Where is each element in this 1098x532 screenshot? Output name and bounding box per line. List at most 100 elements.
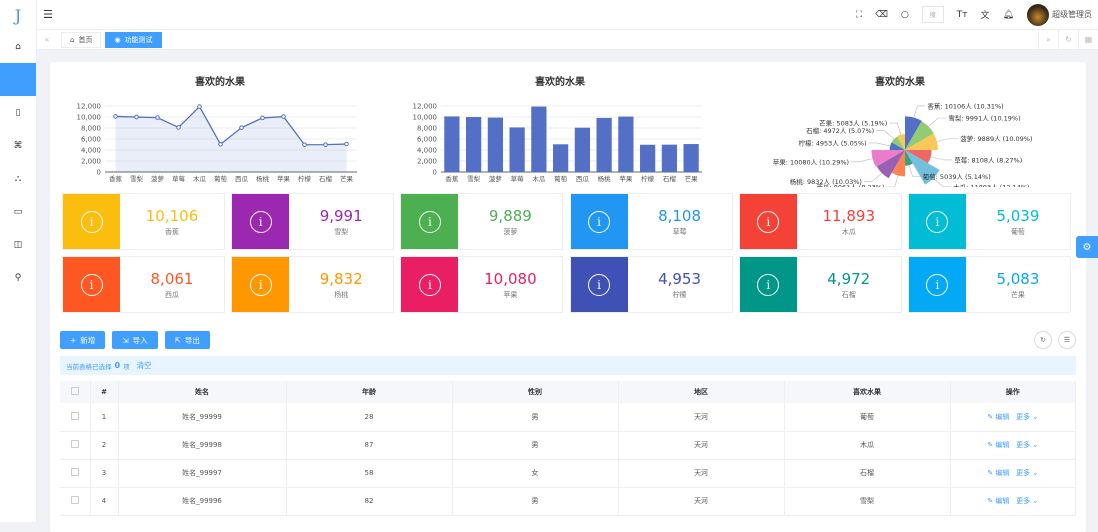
x-tick-label: 石榴 (319, 174, 333, 183)
add-button[interactable]: + 新增 (60, 331, 106, 349)
scroll-left-icon[interactable]: « (37, 35, 57, 44)
row-checkbox[interactable] (60, 459, 91, 488)
sidebar-item-2[interactable]: ▯ (0, 96, 36, 129)
scroll-right-icon[interactable]: » (1038, 29, 1058, 50)
pie-label-line (863, 172, 883, 182)
export-button[interactable]: ⇱ 导出 (164, 331, 210, 349)
edit-label: 编辑 (995, 412, 1010, 421)
sidebar-item-3[interactable]: ⌘ (0, 129, 36, 162)
sidebar-item-0[interactable]: ⌂ (0, 30, 36, 63)
plus-icon: + (70, 335, 77, 345)
stat-card: i 4,972 石榴 (738, 256, 902, 313)
info-icon: i (249, 210, 272, 233)
column-settings-icon[interactable]: ☰ (1058, 331, 1076, 349)
stat-label: 雪梨 (334, 227, 349, 236)
info-icon: i (757, 210, 780, 233)
bar (553, 144, 569, 172)
settings-gear-button[interactable]: ⚙ (1076, 236, 1098, 258)
bar (618, 116, 634, 172)
refresh-icon[interactable]: ↻ (1058, 29, 1078, 50)
more-dropdown[interactable]: 更多 ⌄ (1016, 469, 1038, 477)
more-dropdown[interactable]: 更多 ⌄ (1016, 497, 1038, 505)
info-icon: i (418, 210, 441, 233)
bar (487, 117, 503, 172)
y-tick-label: 4,000 (81, 147, 101, 155)
stat-card: i 5,083 芒果 (907, 256, 1071, 313)
import-label: 导入 (132, 335, 148, 345)
y-tick-label: 4,000 (417, 147, 437, 155)
sidebar-item-1[interactable] (0, 63, 36, 96)
select-all-checkbox[interactable] (60, 381, 91, 403)
menu-toggle-icon[interactable]: ☰ (43, 8, 53, 21)
bell-icon[interactable]: 🔔︎ (1003, 10, 1014, 20)
tab-home[interactable]: ⌂ 首页 (61, 31, 102, 48)
line-point (344, 141, 349, 147)
y-tick-label: 6,000 (417, 136, 437, 144)
info-icon: i (418, 273, 441, 296)
tabs-menu-icon[interactable]: ▦ (1078, 29, 1098, 50)
selection-suffix: 项 (123, 362, 130, 371)
cell: 3 (90, 459, 119, 488)
sidebar-item-5[interactable]: ▭ (0, 195, 36, 228)
info-icon: i (588, 210, 611, 233)
sidebar-item-6[interactable]: ◫ (0, 228, 36, 261)
more-dropdown[interactable]: 更多 ⌄ (1016, 441, 1038, 449)
translate-icon[interactable]: 文 (981, 8, 990, 21)
stat-card: i 10,080 苹果 (400, 256, 564, 313)
user-menu[interactable]: 超级管理员 (1027, 3, 1092, 26)
info-icon: i (249, 273, 272, 296)
stat-cards: i 10,106 香蕉 i 9,991 雪梨 i 9,889 菠萝 i 8,108 草莓 i 11,893… (62, 193, 1076, 313)
info-icon: i (80, 273, 103, 296)
y-tick-label: 10,000 (77, 114, 102, 122)
cell: 男 (452, 431, 619, 460)
more-label: 更多 (1016, 412, 1031, 421)
bar (596, 117, 612, 172)
x-tick-label: 杨桃 (598, 174, 612, 183)
more-label: 更多 (1016, 469, 1031, 477)
cell: 天河 (618, 459, 785, 488)
more-dropdown[interactable]: 更多 ⌄ (1016, 413, 1038, 421)
info-icon-box: i (401, 257, 459, 312)
y-tick-label: 8,000 (81, 125, 101, 133)
edit-button[interactable]: ✎ 编辑 (987, 441, 1009, 449)
clear-selection-link[interactable]: 清空 (137, 360, 152, 371)
pie-label-line (851, 158, 873, 163)
row-checkbox[interactable] (60, 431, 91, 460)
pie-label: 葡萄: 5039人 (5.14%) (923, 172, 991, 181)
logo: J (14, 5, 22, 25)
x-tick-label: 香蕉 (445, 174, 459, 183)
search-input[interactable]: 搜 (921, 6, 944, 23)
x-tick-label: 雪梨 (130, 174, 144, 183)
selection-bar: 当前表格已选择 0 项 清空 (60, 356, 1076, 375)
cell: 姓名_99996 (118, 487, 287, 516)
cell: 姓名_99998 (118, 431, 287, 460)
col-index: # (90, 381, 119, 403)
sidebar-item-7[interactable]: ⚲ (0, 261, 36, 294)
stat-card: i 8,108 草莓 (569, 193, 733, 250)
table-row: 1 姓名_99999 28 男天河 葡萄 ✎ 编辑 更多 ⌄ (60, 403, 1076, 432)
refresh-icon[interactable]: ↻ (1034, 331, 1052, 349)
font-size-icon[interactable]: Tт (957, 10, 968, 20)
row-checkbox[interactable] (60, 403, 91, 432)
stat-card: i 11,893 木瓜 (738, 193, 902, 250)
cell: 姓名_99999 (118, 403, 287, 432)
pie-label: 苹果: 10080人 (10.29%) (773, 157, 849, 166)
info-icon: i (588, 273, 611, 296)
tab-feature-test[interactable]: ◉ 功能测试 (105, 31, 162, 48)
edit-button[interactable]: ✎ 编辑 (987, 413, 1009, 421)
info-icon-box: i (401, 194, 459, 249)
row-checkbox[interactable] (60, 487, 91, 516)
search-icon[interactable]: ○ (901, 10, 909, 20)
clean-icon[interactable]: ⌫ (875, 10, 888, 20)
fullscreen-icon[interactable]: ⛶ (856, 10, 862, 20)
import-button[interactable]: ⇲ 导入 (112, 331, 158, 349)
stat-value: 9,991 (319, 206, 363, 225)
line-point (239, 125, 244, 130)
pie-label: 芒果: 5083人 (5.19%) (819, 119, 887, 128)
cell: 男 (452, 403, 619, 432)
info-icon-box: i (739, 257, 797, 312)
edit-button[interactable]: ✎ 编辑 (987, 469, 1009, 477)
sidebar-item-4[interactable]: ⛬ (0, 162, 36, 195)
tree-icon: ⚲ (14, 272, 22, 283)
edit-button[interactable]: ✎ 编辑 (987, 497, 1009, 505)
